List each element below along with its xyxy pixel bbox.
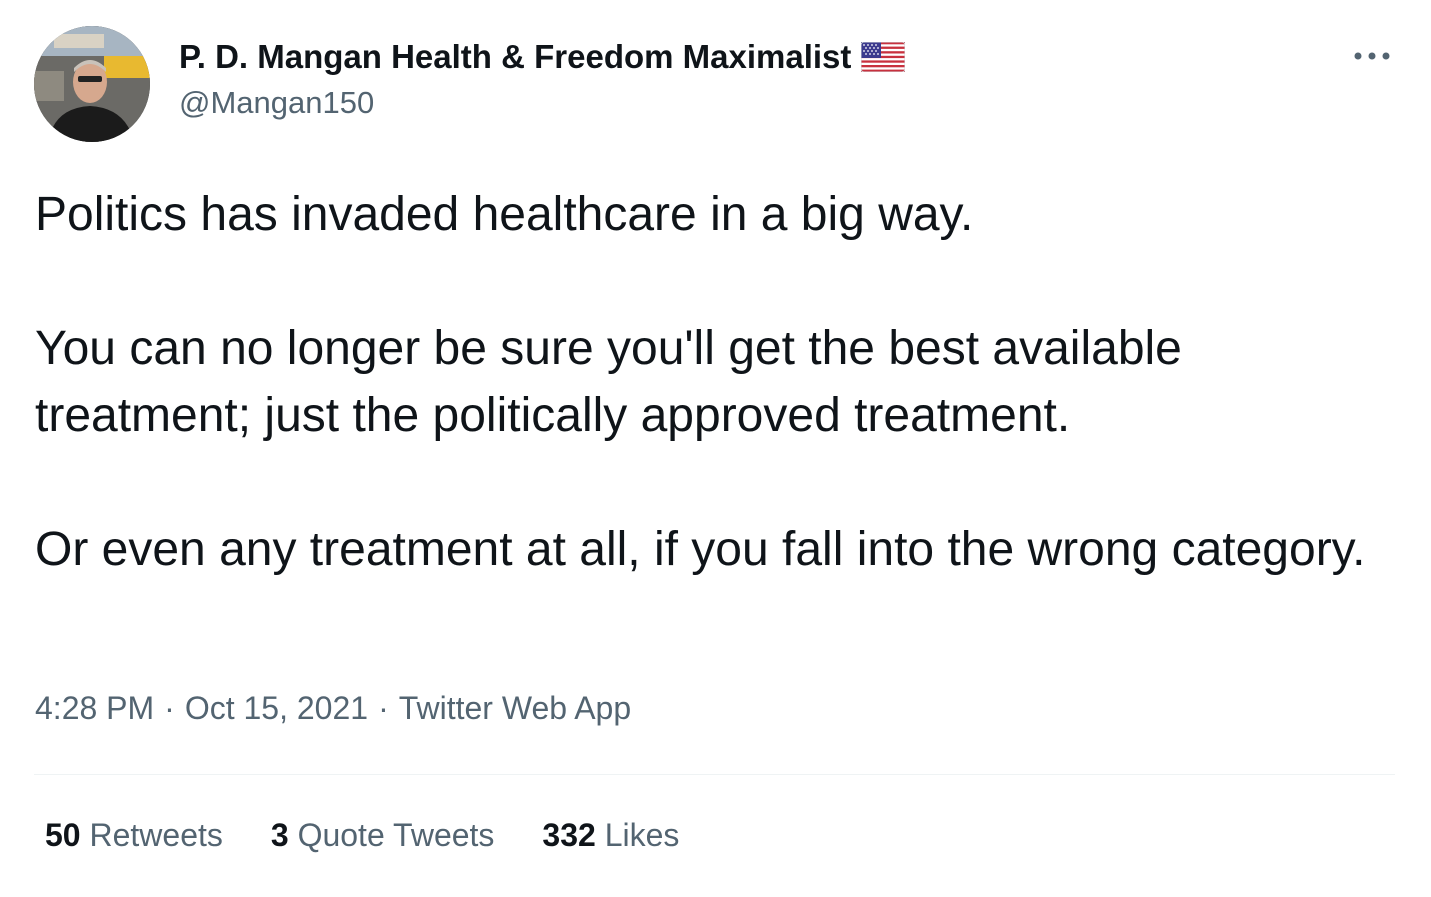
tweet-metadata: 4:28 PM · Oct 15, 2021 · Twitter Web App: [35, 690, 631, 727]
tweet-source-link[interactable]: Twitter Web App: [399, 690, 631, 726]
tweet-date: Oct 15, 2021: [184, 690, 369, 726]
engagement-stats: 50 Retweets 3 Quote Tweets 332 Likes: [45, 817, 679, 854]
likes-count: 332: [542, 817, 596, 853]
quote-tweets-label: Quote Tweets: [297, 817, 495, 853]
tweet-paragraph: Politics has invaded healthcare in a big…: [35, 188, 974, 241]
more-horizontal-icon: [1354, 52, 1390, 60]
tweet-text: Politics has invaded healthcare in a big…: [35, 181, 1395, 583]
author-name-row[interactable]: P. D. Mangan Health & Freedom Maximalist: [179, 37, 906, 77]
author-handle[interactable]: @Mangan150: [179, 85, 374, 121]
us-flag-icon: [860, 41, 906, 73]
tweet-time: 4:28 PM: [35, 690, 155, 726]
profile-photo: [34, 26, 150, 142]
quote-tweets-count: 3: [270, 817, 289, 853]
retweets-label: Retweets: [89, 817, 223, 853]
more-options-button[interactable]: [1350, 42, 1394, 70]
tweet-paragraph: Or even any treatment at all, if you fal…: [35, 523, 1366, 576]
tweet-timestamp-link[interactable]: 4:28 PM · Oct 15, 2021: [35, 690, 368, 726]
retweets-stat[interactable]: 50 Retweets: [45, 817, 223, 854]
separator: ·: [164, 690, 175, 726]
tweet-paragraph: You can no longer be sure you'll get the…: [35, 322, 1182, 442]
display-name[interactable]: P. D. Mangan Health & Freedom Maximalist: [179, 38, 851, 76]
tweet-card: P. D. Mangan Health & Freedom Maximalist: [0, 0, 1431, 897]
separator: ·: [378, 690, 389, 726]
avatar[interactable]: [34, 26, 150, 142]
likes-label: Likes: [604, 817, 680, 853]
divider: [34, 774, 1395, 775]
retweets-count: 50: [45, 817, 81, 853]
likes-stat[interactable]: 332 Likes: [542, 817, 679, 854]
quote-tweets-stat[interactable]: 3 Quote Tweets: [271, 817, 495, 854]
